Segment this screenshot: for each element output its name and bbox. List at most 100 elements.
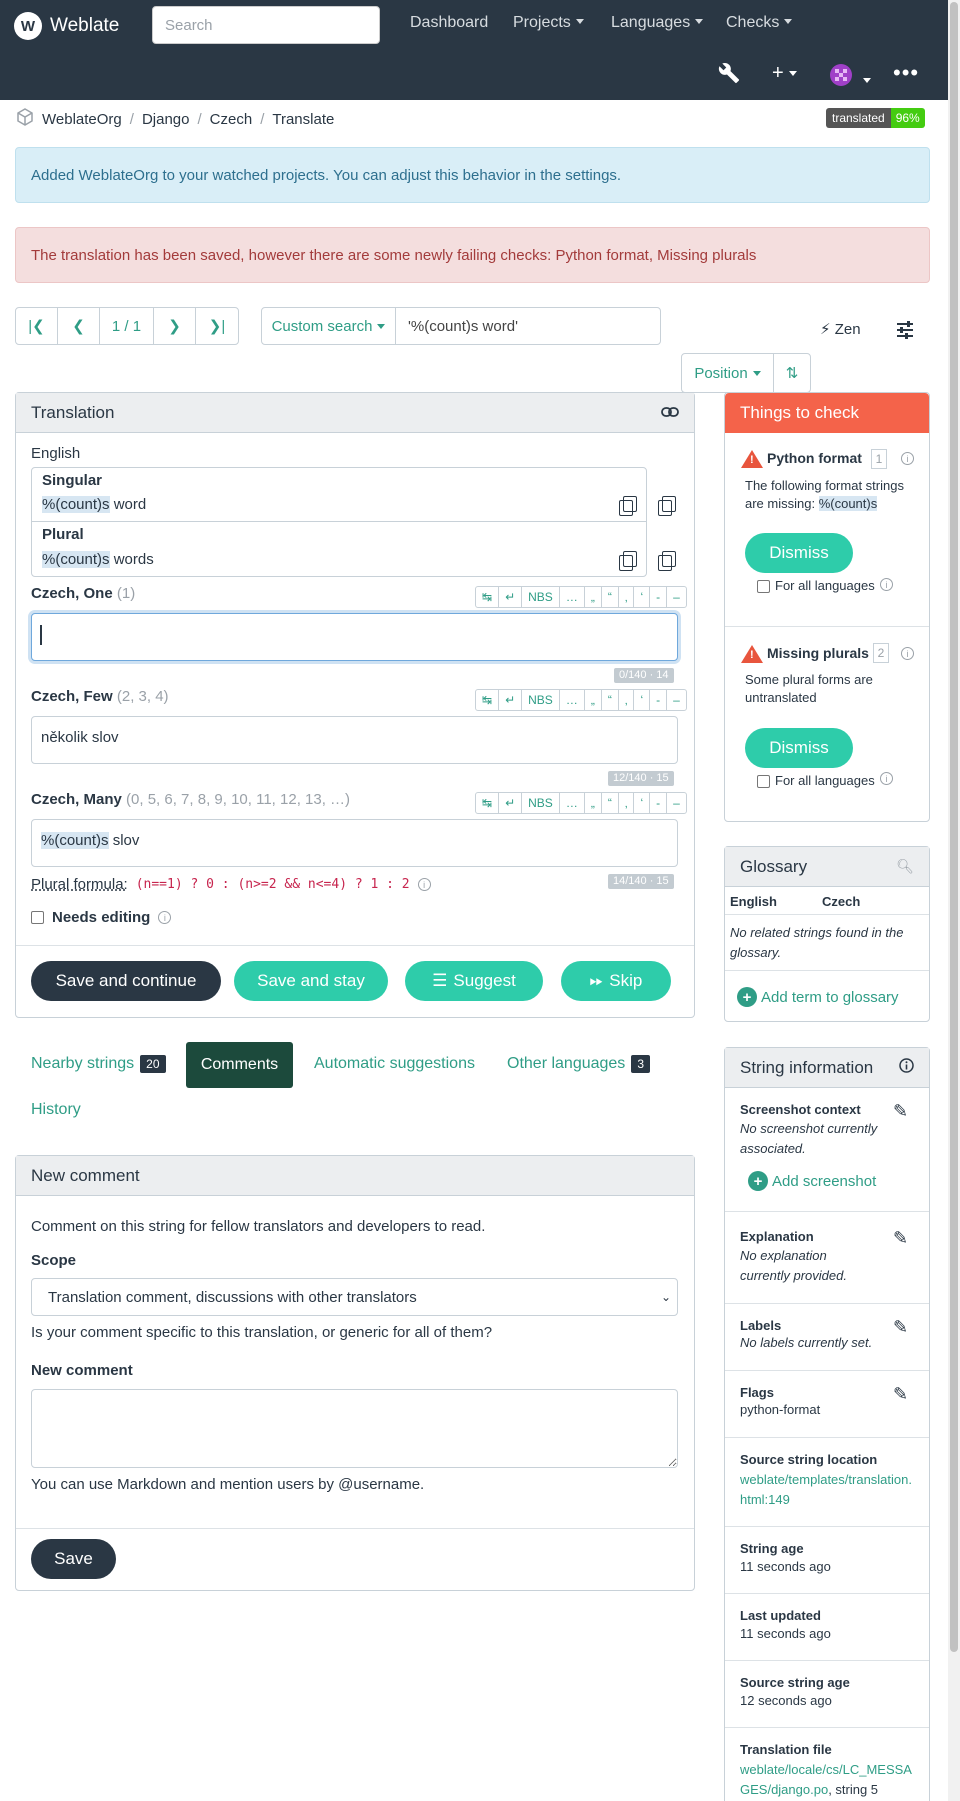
suggest-button[interactable]: ☰ Suggest bbox=[405, 961, 543, 1001]
single-quote-low-button[interactable]: ‚ bbox=[619, 587, 635, 607]
translation-one-input[interactable] bbox=[31, 613, 678, 661]
nav-languages[interactable]: Languages bbox=[611, 14, 703, 32]
location-link[interactable]: weblate/templates/translation.html:149 bbox=[740, 1470, 916, 1510]
translated-badge[interactable]: translated 96% bbox=[826, 108, 925, 128]
hyphen-button[interactable]: - bbox=[650, 587, 668, 607]
single-quote-high-button[interactable]: ‘ bbox=[634, 690, 651, 710]
ellipsis-button[interactable]: … bbox=[560, 793, 585, 813]
quote-high-button[interactable]: “ bbox=[602, 793, 619, 813]
translate-icon[interactable]: ↹ bbox=[476, 690, 500, 710]
nbs-button[interactable]: NBS bbox=[522, 587, 560, 607]
ellipsis-button[interactable]: … bbox=[560, 690, 585, 710]
nbs-button[interactable]: NBS bbox=[522, 793, 560, 813]
info-icon[interactable]: i bbox=[158, 911, 172, 924]
pencil-icon[interactable]: ✎ bbox=[893, 1384, 908, 1405]
copy-to-translation-icon[interactable] bbox=[658, 551, 676, 571]
tab-nearby-strings[interactable]: Nearby strings 20 bbox=[31, 1055, 166, 1073]
breadcrumb-language[interactable]: Czech bbox=[210, 111, 253, 128]
sort-dropdown[interactable]: Position bbox=[682, 354, 774, 392]
translation-file-link[interactable]: weblate/locale/cs/LC_MESSAGES/django.po bbox=[740, 1762, 912, 1797]
breadcrumb-project[interactable]: WeblateOrg bbox=[42, 111, 122, 128]
scope-select[interactable]: Translation comment, discussions with ot… bbox=[31, 1278, 678, 1316]
translation-many-input[interactable]: %(count)s slov bbox=[31, 819, 678, 867]
string-info-heading: String information bbox=[740, 1057, 874, 1077]
dash-button[interactable]: – bbox=[667, 793, 686, 813]
needs-editing-checkbox[interactable] bbox=[31, 911, 44, 924]
search-input[interactable] bbox=[152, 6, 380, 44]
last-icon[interactable]: ❯| bbox=[196, 308, 238, 344]
save-continue-button[interactable]: Save and continue bbox=[31, 961, 221, 1001]
nav-checks[interactable]: Checks bbox=[726, 14, 792, 32]
info-icon[interactable]: i bbox=[880, 578, 893, 591]
copy-icon[interactable] bbox=[619, 496, 637, 516]
scrollbar[interactable] bbox=[948, 0, 960, 1801]
save-comment-button[interactable]: Save bbox=[31, 1539, 116, 1579]
newline-icon[interactable]: ↵ bbox=[499, 587, 523, 607]
glossary-col-target: Czech bbox=[822, 894, 861, 909]
all-languages-checkbox[interactable] bbox=[757, 775, 770, 788]
ellipsis-button[interactable]: … bbox=[560, 587, 585, 607]
info-icon[interactable]: i bbox=[417, 878, 431, 891]
pencil-icon[interactable]: ✎ bbox=[893, 1228, 908, 1249]
info-circle-icon[interactable] bbox=[899, 1057, 914, 1078]
all-languages-checkbox[interactable] bbox=[757, 580, 770, 593]
tab-automatic-suggestions[interactable]: Automatic suggestions bbox=[314, 1055, 475, 1073]
quote-high-button[interactable]: “ bbox=[602, 690, 619, 710]
avatar-icon[interactable] bbox=[830, 64, 871, 92]
custom-search-dropdown[interactable]: Custom search bbox=[262, 308, 396, 344]
info-icon[interactable]: i bbox=[901, 452, 914, 465]
wrench-icon[interactable] bbox=[718, 62, 740, 90]
translate-icon[interactable]: ↹ bbox=[476, 793, 500, 813]
prev-icon[interactable]: ❮ bbox=[58, 308, 100, 344]
dash-button[interactable]: – bbox=[667, 587, 686, 607]
breadcrumb-component[interactable]: Django bbox=[142, 111, 190, 128]
single-quote-low-button[interactable]: ‚ bbox=[619, 793, 635, 813]
newline-icon[interactable]: ↵ bbox=[499, 793, 523, 813]
scrollbar-thumb[interactable] bbox=[950, 2, 958, 1652]
settings-sliders-icon[interactable] bbox=[895, 320, 915, 344]
hyphen-button[interactable]: - bbox=[650, 793, 668, 813]
copy-to-translation-icon[interactable] bbox=[658, 496, 676, 516]
next-icon[interactable]: ❯ bbox=[154, 308, 196, 344]
info-icon[interactable]: i bbox=[880, 772, 893, 785]
save-stay-button[interactable]: Save and stay bbox=[234, 961, 388, 1001]
quote-low-button[interactable]: „ bbox=[585, 793, 602, 813]
glossary-search-icon[interactable]: 🔍︎ bbox=[896, 858, 914, 875]
dismiss-button[interactable]: Dismiss bbox=[745, 533, 853, 573]
add-term-link[interactable]: + Add term to glossary bbox=[737, 987, 899, 1007]
translation-few-input[interactable]: několik slov bbox=[31, 716, 678, 764]
single-quote-high-button[interactable]: ‘ bbox=[634, 587, 651, 607]
skip-button[interactable]: ⏩︎ Skip bbox=[561, 961, 671, 1001]
sort-direction-icon[interactable]: ⇅ bbox=[774, 354, 810, 392]
tab-comments[interactable]: Comments bbox=[186, 1042, 293, 1088]
form-few-lang: Czech, Few bbox=[31, 688, 113, 705]
tab-history[interactable]: History bbox=[31, 1101, 81, 1119]
quote-low-button[interactable]: „ bbox=[585, 690, 602, 710]
info-icon[interactable]: i bbox=[901, 647, 914, 660]
zen-button[interactable]: ⚡︎ Zen bbox=[820, 320, 861, 338]
dismiss-button[interactable]: Dismiss bbox=[745, 728, 853, 768]
search-query-input[interactable]: '%(count)s word' bbox=[396, 308, 660, 344]
single-quote-low-button[interactable]: ‚ bbox=[619, 690, 635, 710]
plus-icon[interactable]: + bbox=[772, 62, 797, 85]
add-screenshot-link[interactable]: + Add screenshot bbox=[748, 1171, 876, 1191]
translate-icon[interactable]: ↹ bbox=[476, 587, 500, 607]
nbs-button[interactable]: NBS bbox=[522, 690, 560, 710]
brand[interactable]: W Weblate bbox=[14, 12, 119, 40]
nav-dashboard[interactable]: Dashboard bbox=[410, 14, 488, 32]
first-icon[interactable]: |❮ bbox=[16, 308, 58, 344]
quote-high-button[interactable]: “ bbox=[602, 587, 619, 607]
pencil-icon[interactable]: ✎ bbox=[893, 1317, 908, 1338]
nav-projects[interactable]: Projects bbox=[513, 14, 584, 32]
newline-icon[interactable]: ↵ bbox=[499, 690, 523, 710]
comment-textarea[interactable] bbox=[31, 1389, 678, 1468]
pencil-icon[interactable]: ✎ bbox=[893, 1101, 908, 1122]
more-icon[interactable]: ••• bbox=[893, 60, 919, 86]
link-icon[interactable] bbox=[661, 403, 679, 423]
copy-icon[interactable] bbox=[619, 551, 637, 571]
tab-other-languages[interactable]: Other languages 3 bbox=[507, 1055, 650, 1073]
quote-low-button[interactable]: „ bbox=[585, 587, 602, 607]
dash-button[interactable]: – bbox=[667, 690, 686, 710]
hyphen-button[interactable]: - bbox=[650, 690, 668, 710]
single-quote-high-button[interactable]: ‘ bbox=[634, 793, 651, 813]
